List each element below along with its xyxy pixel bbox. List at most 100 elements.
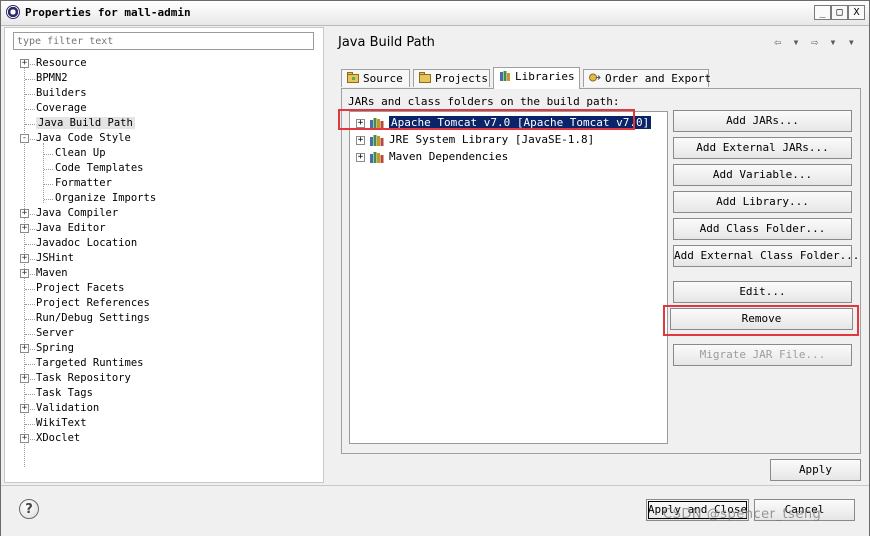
edit-button[interactable]: Edit... <box>673 281 852 303</box>
tree-connector <box>25 79 35 80</box>
tree-connector <box>25 319 35 320</box>
tree-item-maven[interactable]: Maven <box>36 266 68 281</box>
tree-item-resource[interactable]: Resource <box>36 56 87 71</box>
tree-item-label: Java Compiler <box>36 207 119 219</box>
tree-item-label: Task Repository <box>36 372 131 384</box>
tree-item-bpmn2[interactable]: BPMN2 <box>36 71 68 86</box>
tree-item-task-repository[interactable]: Task Repository <box>36 371 131 386</box>
expand-toggle[interactable]: - <box>20 134 29 143</box>
properties-dialog: Properties for mall-admin _ □ X Resource… <box>0 0 870 536</box>
highlight-box-remove <box>663 305 859 336</box>
tree-item-formatter[interactable]: Formatter <box>55 176 112 191</box>
tree-item-wikitext[interactable]: WikiText <box>36 416 87 431</box>
tree-item-project-references[interactable]: Project References <box>36 296 150 311</box>
tree-item-project-facets[interactable]: Project Facets <box>36 281 125 296</box>
apply-and-close-button[interactable]: Apply and Close <box>646 499 749 521</box>
tree-connector <box>25 334 35 335</box>
tree-item-targeted-runtimes[interactable]: Targeted Runtimes <box>36 356 143 371</box>
tree-item-java-editor[interactable]: Java Editor <box>36 221 106 236</box>
expand-toggle[interactable]: + <box>20 59 29 68</box>
tree-item-xdoclet[interactable]: XDoclet <box>36 431 80 446</box>
tree-item-label: Targeted Runtimes <box>36 357 144 369</box>
tree-connector <box>44 169 53 170</box>
expand-toggle[interactable]: + <box>20 269 29 278</box>
filter-input[interactable] <box>13 32 314 50</box>
add-external-jars-button[interactable]: Add External JARs... <box>673 137 852 159</box>
help-icon[interactable]: ? <box>19 499 39 519</box>
tree-item-java-code-style[interactable]: Java Code Style <box>36 131 131 146</box>
close-button[interactable]: X <box>848 5 865 20</box>
list-item-maven-dependencies[interactable]: + Maven Dependencies <box>356 149 508 165</box>
eclipse-icon <box>6 5 20 19</box>
tree-item-label: Project Facets <box>36 282 125 294</box>
expand-toggle[interactable]: + <box>20 404 29 413</box>
tab-order-and-export[interactable]: Order and Export <box>583 69 711 87</box>
expand-toggle[interactable]: + <box>356 152 365 162</box>
library-icon <box>370 135 384 146</box>
expand-toggle[interactable]: + <box>20 209 29 218</box>
tree-item-label: Organize Imports <box>55 192 157 204</box>
maximize-button[interactable]: □ <box>831 5 848 20</box>
expand-toggle[interactable]: + <box>20 344 29 353</box>
expand-toggle[interactable]: + <box>20 434 29 443</box>
add-class-folder-button[interactable]: Add Class Folder... <box>673 218 852 240</box>
tree-item-spring[interactable]: Spring <box>36 341 74 356</box>
tab-projects[interactable]: Projects <box>413 69 490 87</box>
tree-connector <box>25 109 35 110</box>
list-item-jre-system-library[interactable]: + JRE System Library [JavaSE-1.8] <box>356 132 594 148</box>
tree-item-run-debug-settings[interactable]: Run/Debug Settings <box>36 311 150 326</box>
tree-item-label: Run/Debug Settings <box>36 312 150 324</box>
add-jars-button[interactable]: Add JARs... <box>673 110 852 132</box>
tab-libraries[interactable]: Libraries <box>493 67 580 89</box>
tree-item-label: Java Build Path <box>36 117 135 129</box>
tree-item-label: Code Templates <box>55 162 144 174</box>
expand-toggle[interactable]: + <box>20 374 29 383</box>
tree-item-coverage[interactable]: Coverage <box>36 101 87 116</box>
property-pages-panel: Resource + BPMN2 Builders Coverage Java Build… <box>4 27 324 483</box>
tree-item-label: Validation <box>36 402 100 414</box>
title-bar[interactable]: Properties for mall-admin _ □ X <box>1 1 869 26</box>
tree-item-label: BPMN2 <box>36 72 68 84</box>
add-variable-button[interactable]: Add Variable... <box>673 164 852 186</box>
add-library-button[interactable]: Add Library... <box>673 191 852 213</box>
tree-connector <box>44 154 53 155</box>
tree-item-java-build-path[interactable]: Java Build Path <box>36 116 135 131</box>
tab-source[interactable]: Source <box>341 69 410 87</box>
migrate-jar-button[interactable]: Migrate JAR File... <box>673 344 852 366</box>
tree-connector <box>25 424 35 425</box>
cancel-button[interactable]: Cancel <box>754 499 855 521</box>
tree-item-label: Coverage <box>36 102 87 114</box>
tree-item-server[interactable]: Server <box>36 326 74 341</box>
apply-button[interactable]: Apply <box>770 459 861 481</box>
tree-connector <box>44 199 53 200</box>
tree-connector <box>44 184 53 185</box>
tree-item-javadoc-location[interactable]: Javadoc Location <box>36 236 137 251</box>
tree-item-label: Project References <box>36 297 150 309</box>
tree-item-label: Clean Up <box>55 147 106 159</box>
tree-connector <box>25 394 35 395</box>
minimize-button[interactable]: _ <box>814 5 831 20</box>
tree-item-clean-up[interactable]: Clean Up <box>55 146 106 161</box>
source-folder-icon <box>347 72 359 83</box>
library-icon <box>370 152 384 163</box>
highlight-box-tomcat <box>338 109 635 130</box>
tree-item-label: Maven <box>36 267 68 279</box>
tree-connector <box>25 244 35 245</box>
tree-item-task-tags[interactable]: Task Tags <box>36 386 93 401</box>
tree-item-organize-imports[interactable]: Organize Imports <box>55 191 156 206</box>
add-external-class-folder-button[interactable]: Add External Class Folder... <box>673 245 859 267</box>
tree-item-java-compiler[interactable]: Java Compiler <box>36 206 118 221</box>
tree-connector <box>25 364 35 365</box>
window-title: Properties for mall-admin <box>25 6 191 19</box>
history-nav-buttons[interactable]: ⇦ ▾ ⇨ ▾ ▾ <box>774 35 857 49</box>
expand-toggle[interactable]: + <box>20 254 29 263</box>
expand-toggle[interactable]: + <box>20 224 29 233</box>
libraries-list[interactable]: + Apache Tomcat v7.0 [Apache Tomcat v7.0]… <box>349 111 668 444</box>
tree-item-jshint[interactable]: JSHint <box>36 251 74 266</box>
tree-item-validation[interactable]: Validation <box>36 401 99 416</box>
expand-toggle[interactable]: + <box>356 135 365 145</box>
tree-item-builders[interactable]: Builders <box>36 86 87 101</box>
tree-item-code-templates[interactable]: Code Templates <box>55 161 144 176</box>
tree-item-label: Server <box>36 327 74 339</box>
tree-item-label: WikiText <box>36 417 87 429</box>
